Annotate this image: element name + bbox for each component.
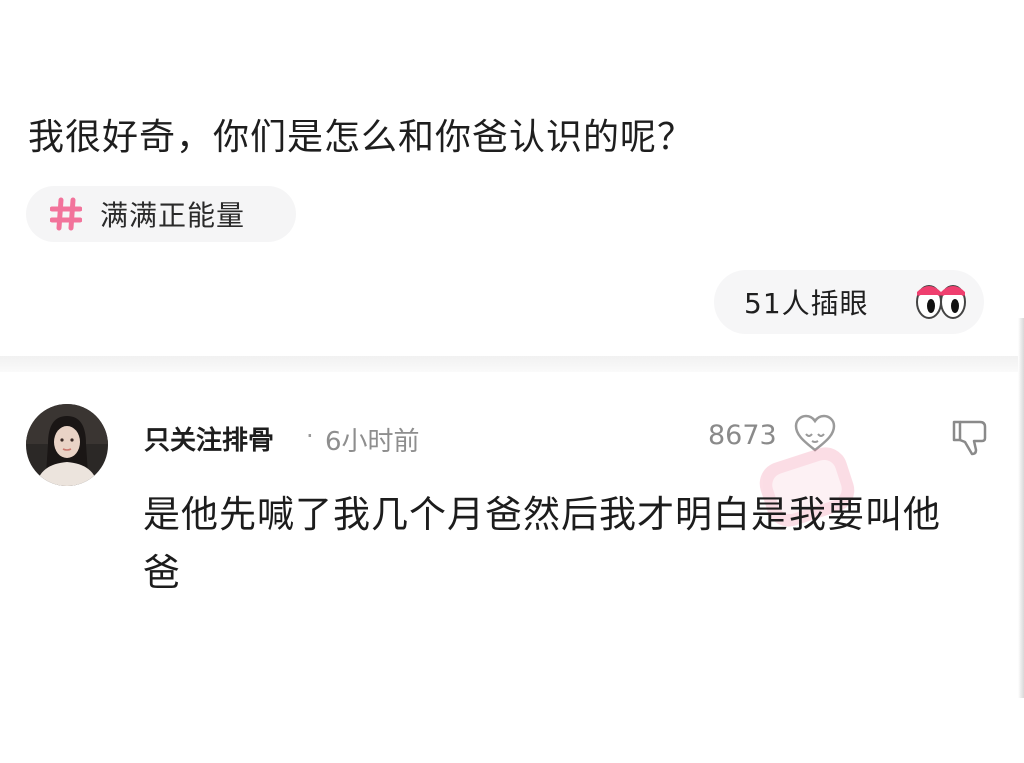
watchers-count-label: 51人插眼 <box>744 287 869 320</box>
like-count: 8673 <box>708 420 777 451</box>
section-divider <box>0 356 1024 372</box>
heart-outline-icon[interactable] <box>792 412 838 456</box>
comment-timestamp: 6小时前 <box>325 427 420 457</box>
comment-username[interactable]: 只关注排骨 <box>144 420 274 457</box>
scroll-edge <box>1018 318 1024 698</box>
thumbs-down-icon[interactable] <box>950 416 990 458</box>
topic-tag[interactable]: 满满正能量 <box>26 186 296 242</box>
topic-tag-label: 满满正能量 <box>100 199 246 232</box>
question-page: 我很好奇，你们是怎么和你爸认识的呢？ 满满正能量 51人插眼 只关注排骨 · 6… <box>0 0 1024 763</box>
watchers-button[interactable]: 51人插眼 <box>714 270 984 334</box>
avatar-image <box>26 404 108 486</box>
eyes-icon <box>916 285 966 319</box>
meta-separator: · <box>306 422 314 450</box>
comment-body: 是他先喊了我几个月爸然后我才明白是我要叫他爸 <box>143 493 941 594</box>
hash-icon <box>50 197 82 231</box>
avatar[interactable] <box>26 404 108 486</box>
question-title: 我很好奇，你们是怎么和你爸认识的呢？ <box>28 117 695 158</box>
